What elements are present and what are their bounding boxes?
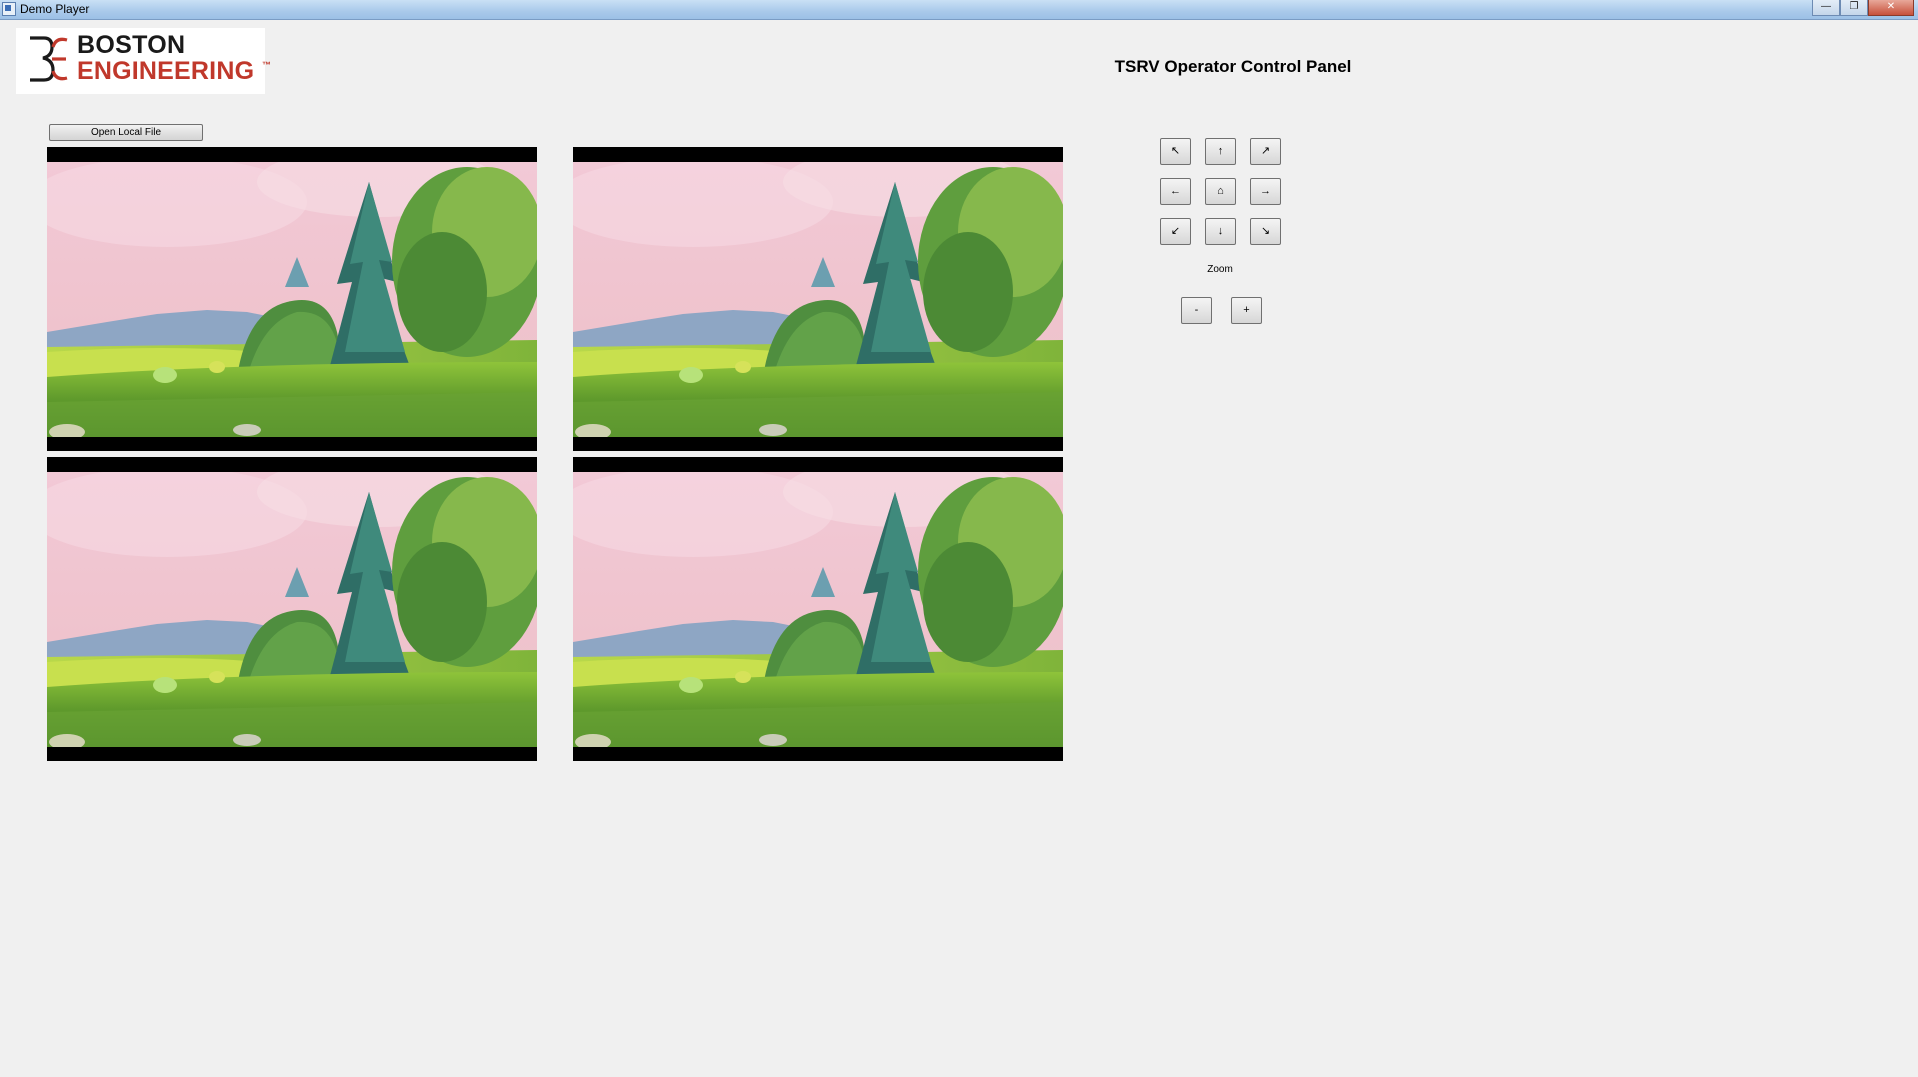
- pan-up-right-button[interactable]: ↗: [1250, 138, 1281, 165]
- pan-down-left-button[interactable]: ↙: [1160, 218, 1191, 245]
- zoom-label: Zoom: [1207, 264, 1233, 275]
- pan-down-right-button[interactable]: ↘: [1250, 218, 1281, 245]
- pan-right-button[interactable]: →: [1250, 178, 1281, 205]
- zoom-out-button[interactable]: -: [1181, 297, 1212, 324]
- window-title-bar[interactable]: Demo Player — ❐ ✕: [0, 0, 1918, 20]
- window-controls: — ❐ ✕: [1812, 0, 1914, 16]
- pan-left-button[interactable]: ←: [1160, 178, 1191, 205]
- video-pane-4[interactable]: [573, 457, 1063, 761]
- arrow-down-left-icon: ↙: [1170, 225, 1181, 237]
- plus-icon: +: [1243, 304, 1250, 316]
- close-icon: ✕: [1886, 1, 1896, 12]
- minus-icon: -: [1194, 304, 1199, 316]
- logo-text-engineering: ENGINEERING: [77, 57, 255, 85]
- logo-trademark: ™: [262, 60, 271, 70]
- maximize-icon: ❐: [1849, 1, 1859, 12]
- window-title: Demo Player: [20, 2, 90, 16]
- minimize-button[interactable]: —: [1812, 0, 1840, 16]
- minimize-icon: —: [1821, 1, 1831, 12]
- home-button[interactable]: ⌂: [1205, 178, 1236, 205]
- app-icon: [2, 2, 16, 16]
- pan-up-button[interactable]: ↑: [1205, 138, 1236, 165]
- control-panel-title: TSRV Operator Control Panel: [1114, 57, 1352, 76]
- video-pane-1[interactable]: [47, 147, 537, 451]
- video-frame-icon: [47, 472, 537, 747]
- arrow-up-icon: ↑: [1217, 145, 1224, 157]
- logo-mark-icon: [30, 36, 68, 82]
- home-icon: ⌂: [1217, 185, 1224, 197]
- arrow-down-icon: ↓: [1217, 225, 1224, 237]
- close-button[interactable]: ✕: [1868, 0, 1914, 16]
- arrow-left-icon: ←: [1170, 185, 1181, 197]
- maximize-button[interactable]: ❐: [1840, 0, 1868, 16]
- arrow-up-left-icon: ↖: [1170, 145, 1181, 157]
- boston-engineering-logo: BOSTON ENGINEERING ™: [16, 28, 271, 94]
- arrow-up-right-icon: ↗: [1260, 145, 1271, 157]
- video-pane-3[interactable]: [47, 457, 537, 761]
- pan-up-left-button[interactable]: ↖: [1160, 138, 1191, 165]
- video-pane-2[interactable]: [573, 147, 1063, 451]
- video-frame-icon: [573, 472, 1063, 747]
- video-frame-icon: [573, 162, 1063, 437]
- arrow-right-icon: →: [1260, 185, 1271, 197]
- pan-down-button[interactable]: ↓: [1205, 218, 1236, 245]
- arrow-down-right-icon: ↘: [1260, 225, 1271, 237]
- logo-text-boston: BOSTON: [77, 31, 186, 59]
- video-frame-icon: [47, 162, 537, 437]
- open-local-file-button[interactable]: Open Local File: [49, 124, 203, 141]
- zoom-in-button[interactable]: +: [1231, 297, 1262, 324]
